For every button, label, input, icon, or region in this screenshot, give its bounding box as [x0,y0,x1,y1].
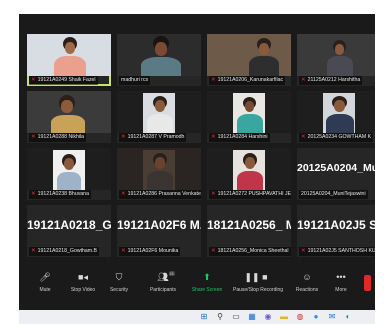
participant-name: ✕ 19121A0238 Bhuvana [29,190,91,199]
participant-tile-10[interactable]: ✕ 19121A0286 Prasanna Venkate... [117,148,201,200]
participant-tile-13[interactable]: 19121A0218_G... ✕19121A0218_Gowtham.B [27,205,111,257]
mic-muted-icon: ✕ [211,191,216,197]
participant-display-name: 19121A02F6 M... [117,218,201,232]
task-view-icon[interactable]: ▭ [231,312,241,322]
windows-start-icon[interactable]: ⊞ [199,312,209,322]
participant-name: ✕ 19121A0272 PUSHPAVATHI JETTI [209,190,291,199]
participant-video [27,34,111,76]
mic-muted-icon: ✕ [211,134,216,140]
participant-display-name: 20125A0204_MuniTejaswini [297,162,375,174]
participant-tile-6[interactable]: ✕ 19121A0287 V Pramodh [117,91,201,143]
gallery-grid: ✕ 19121A0249 Shaik Fazel madhuri rcs ✕ 191… [27,34,375,259]
participant-tile-16[interactable]: 19121A02J5 SA ✕19121A02J5 SANTHOSH KUMAR [297,205,375,257]
participant-name: ✕ 19121A0288 Nikhila [29,133,87,142]
participant-tile-4[interactable]: ✕ 21125A0212 Harshitha [297,34,375,86]
microphone-icon: 🎤︎ [39,272,51,282]
participant-name: ✕ 19121A0249 Shaik Fazel [29,76,98,85]
participant-name: ✕19121A02J5 SANTHOSH KUMAR [299,247,375,256]
participant-display-name: 18121A0256_ M... [207,218,291,232]
more-button[interactable]: ••• More [321,271,361,293]
share-screen-icon: ⬆ [203,272,211,282]
ellipsis-icon: ••• [336,272,346,282]
participant-video [117,34,201,76]
participant-video [207,34,291,76]
mic-muted-icon: ✕ [31,191,36,197]
participants-button[interactable]: 👥︎ 21 Participants [143,271,183,293]
meeting-window: ✕ 19121A0249 Shaik Fazel madhuri rcs ✕ 191… [19,14,375,310]
meeting-toolbar: 🎤︎ Mute ■◂ Stop Video ⛉ Security 👥︎ 21 P… [19,269,375,302]
participant-name: ✕ 19121A0218_Gowtham.B [29,247,100,256]
chrome-icon[interactable]: ◍ [295,312,305,322]
pause-stop-recording-button[interactable]: ❚❚ ■ Pause/Stop Recording [233,271,283,293]
participant-name: ✕ 21125A0212 Harshitha [299,76,363,85]
participant-tile-14[interactable]: 19121A02F6 M... ✕ 19121A02F6 Mounika [117,205,201,257]
participant-tile-9[interactable]: ✕ 19121A0238 Bhuvana [27,148,111,200]
participants-count-badge: 21 [168,271,175,276]
participant-tile-3[interactable]: ✕ 19121A0206_Karunakarfilac [207,34,291,86]
participant-tile-2[interactable]: madhuri rcs [117,34,201,86]
participant-video [27,148,111,190]
participant-video [207,91,291,133]
mic-muted-icon: ✕ [121,134,126,140]
edge-icon[interactable]: ◐ [343,312,353,322]
mic-muted-icon: ✕ [301,134,306,140]
shield-icon: ⛉ [115,272,123,282]
participant-video [297,91,375,133]
participant-display-name: 19121A02J5 SA [297,218,375,232]
participant-video [207,148,291,190]
participant-name: madhuri rcs [119,76,151,85]
mic-muted-icon: ✕ [31,248,36,254]
participant-name: 20125A0204_MuniTejaswini [299,190,368,199]
file-explorer-icon[interactable]: ▬ [279,312,289,322]
people-icon: 👥︎ [157,272,169,282]
mic-muted-icon: ✕ [31,134,36,140]
widgets-icon[interactable]: ▦ [247,312,257,322]
mic-muted-icon: ✕ [211,248,216,254]
end-meeting-button[interactable] [364,275,371,291]
participant-video [27,91,111,133]
participant-video [117,148,201,190]
participant-name: ✕ 18121A0256_Monica Sheethal [209,247,291,256]
participant-tile-7[interactable]: ✕ 19121A0284 Harshini [207,91,291,143]
mic-muted-icon: ✕ [121,191,126,197]
participant-name: ✕ 19121A0206_Karunakarfilac [209,76,286,85]
participant-name: ✕ 19121A0286 Prasanna Venkate... [119,190,201,199]
search-icon[interactable]: ⚲ [215,312,225,322]
participant-video [117,91,201,133]
participant-video [297,34,375,76]
participant-tile-1[interactable]: ✕ 19121A0249 Shaik Fazel [27,34,111,86]
windows-taskbar: ⊞ ⚲ ▭ ▦ ◉ ▬ ◍ ● ✉ ◐ [19,310,375,324]
mic-muted-icon: ✕ [211,77,216,83]
mic-muted-icon: ✕ [301,77,306,83]
participant-tile-8[interactable]: ✕ 20125A0234 GOWTHAM K [297,91,375,143]
mic-muted-icon: ✕ [301,248,306,254]
stop-video-button[interactable]: ■◂ Stop Video [63,271,103,293]
mic-muted-icon: ✕ [31,77,36,83]
mail-icon[interactable]: ✉ [327,312,337,322]
participant-name: ✕ 19121A0287 V Pramodh [119,133,187,142]
mute-button[interactable]: 🎤︎ Mute [25,271,65,293]
participant-name: ✕ 20125A0234 GOWTHAM K [299,133,374,142]
participant-tile-15[interactable]: 18121A0256_ M... ✕18121A0256_Monica Shee… [207,205,291,257]
share-screen-button[interactable]: ⬆ Share Screen [187,271,227,293]
zoom-app-icon[interactable]: ● [311,312,321,322]
chat-icon[interactable]: ◉ [263,312,273,322]
participant-name: ✕ 19121A02F6 Mounika [119,247,181,256]
pause-stop-icon: ❚❚ ■ [244,272,268,282]
participant-tile-12[interactable]: 20125A0204_MuniTejaswini 20125A0204_Muni… [297,148,375,200]
participant-tile-11[interactable]: ✕ 19121A0272 PUSHPAVATHI JETTI [207,148,291,200]
participant-tile-5[interactable]: ✕ 19121A0288 Nikhila [27,91,111,143]
participant-display-name: 19121A0218_G... [27,218,111,232]
video-camera-icon: ■◂ [78,272,88,282]
participant-name: ✕ 19121A0284 Harshini [209,133,270,142]
security-button[interactable]: ⛉ Security [99,271,139,293]
mic-muted-icon: ✕ [121,248,126,254]
